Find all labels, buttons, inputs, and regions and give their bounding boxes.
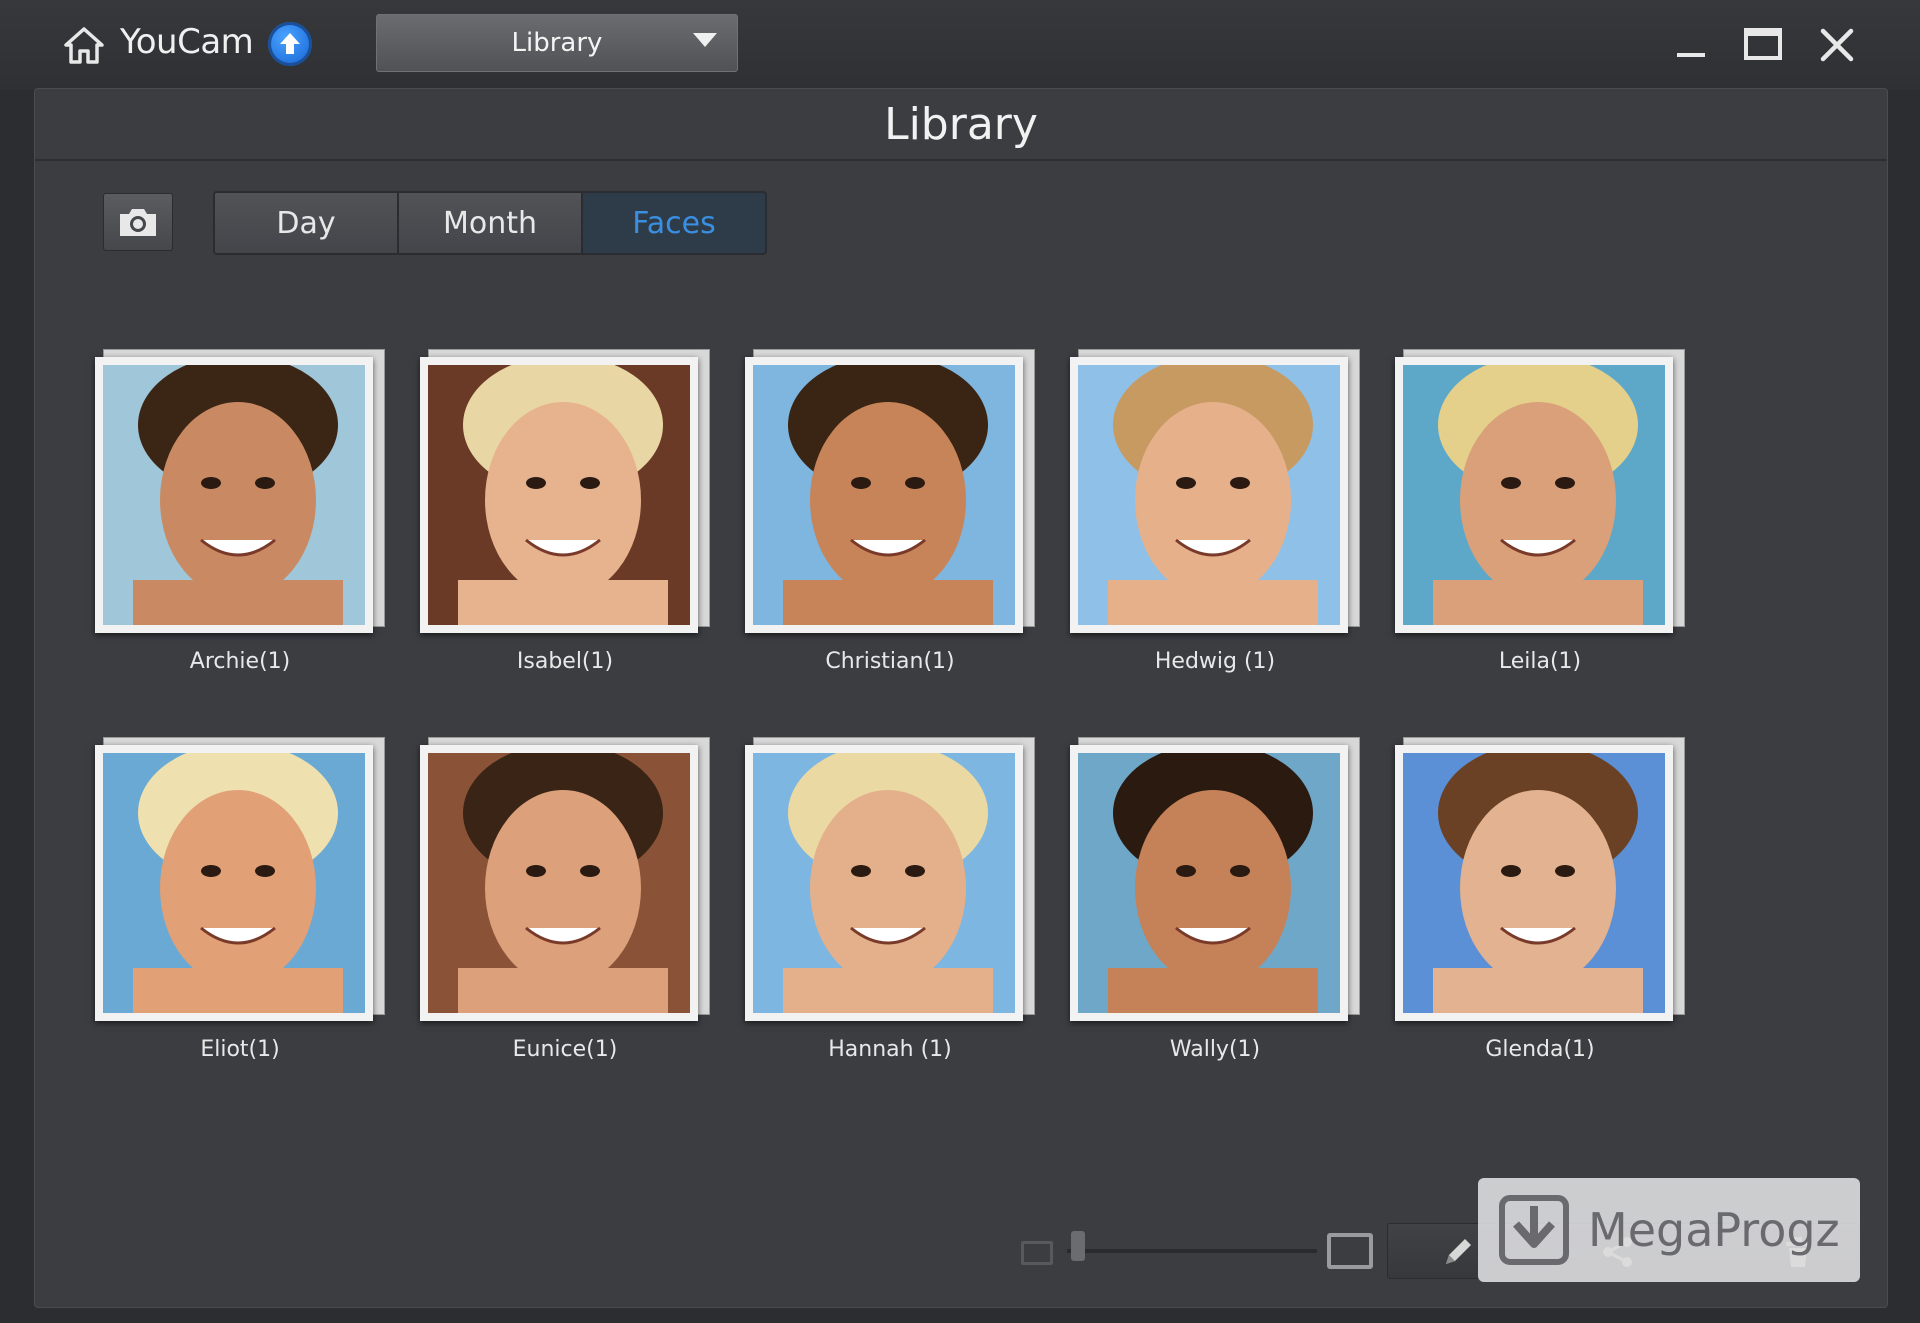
face-thumbnail[interactable] (1070, 745, 1348, 1021)
tab-faces[interactable]: Faces (583, 193, 765, 253)
update-button[interactable] (268, 22, 312, 66)
maximize-icon (1744, 28, 1782, 60)
app-name: YouCam (120, 22, 254, 62)
page-title: Library (884, 98, 1038, 150)
zoom-slider-handle[interactable] (1071, 1231, 1085, 1261)
face-photo (428, 753, 690, 1013)
face-label: Archie(1) (189, 649, 291, 674)
maximize-button[interactable] (1740, 22, 1786, 68)
face-item[interactable]: Leila(1) (1395, 349, 1720, 707)
face-photo (1078, 753, 1340, 1013)
face-portrait (1403, 365, 1665, 625)
download-logo-icon (1499, 1195, 1569, 1265)
face-item[interactable]: Wally(1) (1070, 737, 1395, 1095)
face-photo (1403, 365, 1665, 625)
face-label: Eliot(1) (200, 1037, 280, 1062)
face-thumbnail[interactable] (745, 357, 1023, 633)
face-portrait (1403, 753, 1665, 1013)
title-bar: YouCam Library (0, 0, 1920, 90)
camera-icon (120, 209, 156, 236)
face-label: Hedwig (1) (1154, 649, 1276, 674)
home-button[interactable] (62, 24, 106, 68)
face-photo (753, 365, 1015, 625)
zoom-large-icon (1327, 1233, 1373, 1269)
face-item[interactable]: Hannah (1) (745, 737, 1070, 1095)
view-selector-value: Library (511, 28, 603, 58)
face-photo (103, 365, 365, 625)
zoom-small-icon (1021, 1241, 1053, 1265)
face-photo (428, 365, 690, 625)
face-item[interactable]: Eliot(1) (95, 737, 420, 1095)
face-label: Isabel(1) (516, 649, 614, 674)
faces-grid: Archie(1) Isabel(1) Christian(1) Hedwig … (95, 349, 1720, 1095)
close-button[interactable] (1814, 22, 1860, 68)
face-thumbnail[interactable] (1395, 745, 1673, 1021)
panel-header: Library (35, 89, 1887, 161)
face-portrait (1078, 753, 1340, 1013)
capture-button[interactable] (103, 193, 173, 251)
face-label: Glenda(1) (1485, 1037, 1595, 1062)
face-thumbnail[interactable] (745, 745, 1023, 1021)
face-item[interactable]: Glenda(1) (1395, 737, 1720, 1095)
minimize-icon (1677, 53, 1705, 57)
face-portrait (103, 365, 365, 625)
face-photo (1403, 753, 1665, 1013)
face-item[interactable]: Christian(1) (745, 349, 1070, 707)
chevron-down-icon (693, 33, 717, 47)
view-tabs: Day Month Faces (213, 191, 767, 255)
face-thumbnail[interactable] (420, 357, 698, 633)
face-thumbnail[interactable] (1070, 357, 1348, 633)
update-icon (280, 33, 300, 54)
edit-icon (1446, 1239, 1471, 1264)
face-photo (103, 753, 365, 1013)
face-portrait (428, 365, 690, 625)
face-thumbnail[interactable] (95, 357, 373, 633)
face-thumbnail[interactable] (1395, 357, 1673, 633)
watermark-text: MegaProgz (1588, 1203, 1840, 1257)
zoom-slider-track[interactable] (1067, 1249, 1317, 1253)
minimize-button[interactable] (1668, 22, 1714, 68)
tab-month[interactable]: Month (399, 193, 583, 253)
library-panel: Library Day Month Faces Archie(1) Isabel… (34, 88, 1888, 1308)
face-photo (753, 753, 1015, 1013)
face-label: Eunice(1) (512, 1037, 618, 1062)
face-item[interactable]: Hedwig (1) (1070, 349, 1395, 707)
face-portrait (428, 753, 690, 1013)
face-thumbnail[interactable] (420, 745, 698, 1021)
face-portrait (103, 753, 365, 1013)
close-icon (1820, 28, 1854, 62)
face-portrait (753, 365, 1015, 625)
face-label: Wally(1) (1169, 1037, 1261, 1062)
face-photo (1078, 365, 1340, 625)
face-portrait (1078, 365, 1340, 625)
face-item[interactable]: Eunice(1) (420, 737, 745, 1095)
home-icon (64, 27, 104, 64)
watermark: MegaProgz (1478, 1178, 1860, 1282)
face-label: Christian(1) (825, 649, 955, 674)
face-portrait (753, 753, 1015, 1013)
face-item[interactable]: Archie(1) (95, 349, 420, 707)
face-item[interactable]: Isabel(1) (420, 349, 745, 707)
face-label: Leila(1) (1498, 649, 1582, 674)
tab-day[interactable]: Day (215, 193, 399, 253)
view-selector-dropdown[interactable]: Library (376, 14, 738, 72)
face-thumbnail[interactable] (95, 745, 373, 1021)
face-label: Hannah (1) (828, 1037, 952, 1062)
